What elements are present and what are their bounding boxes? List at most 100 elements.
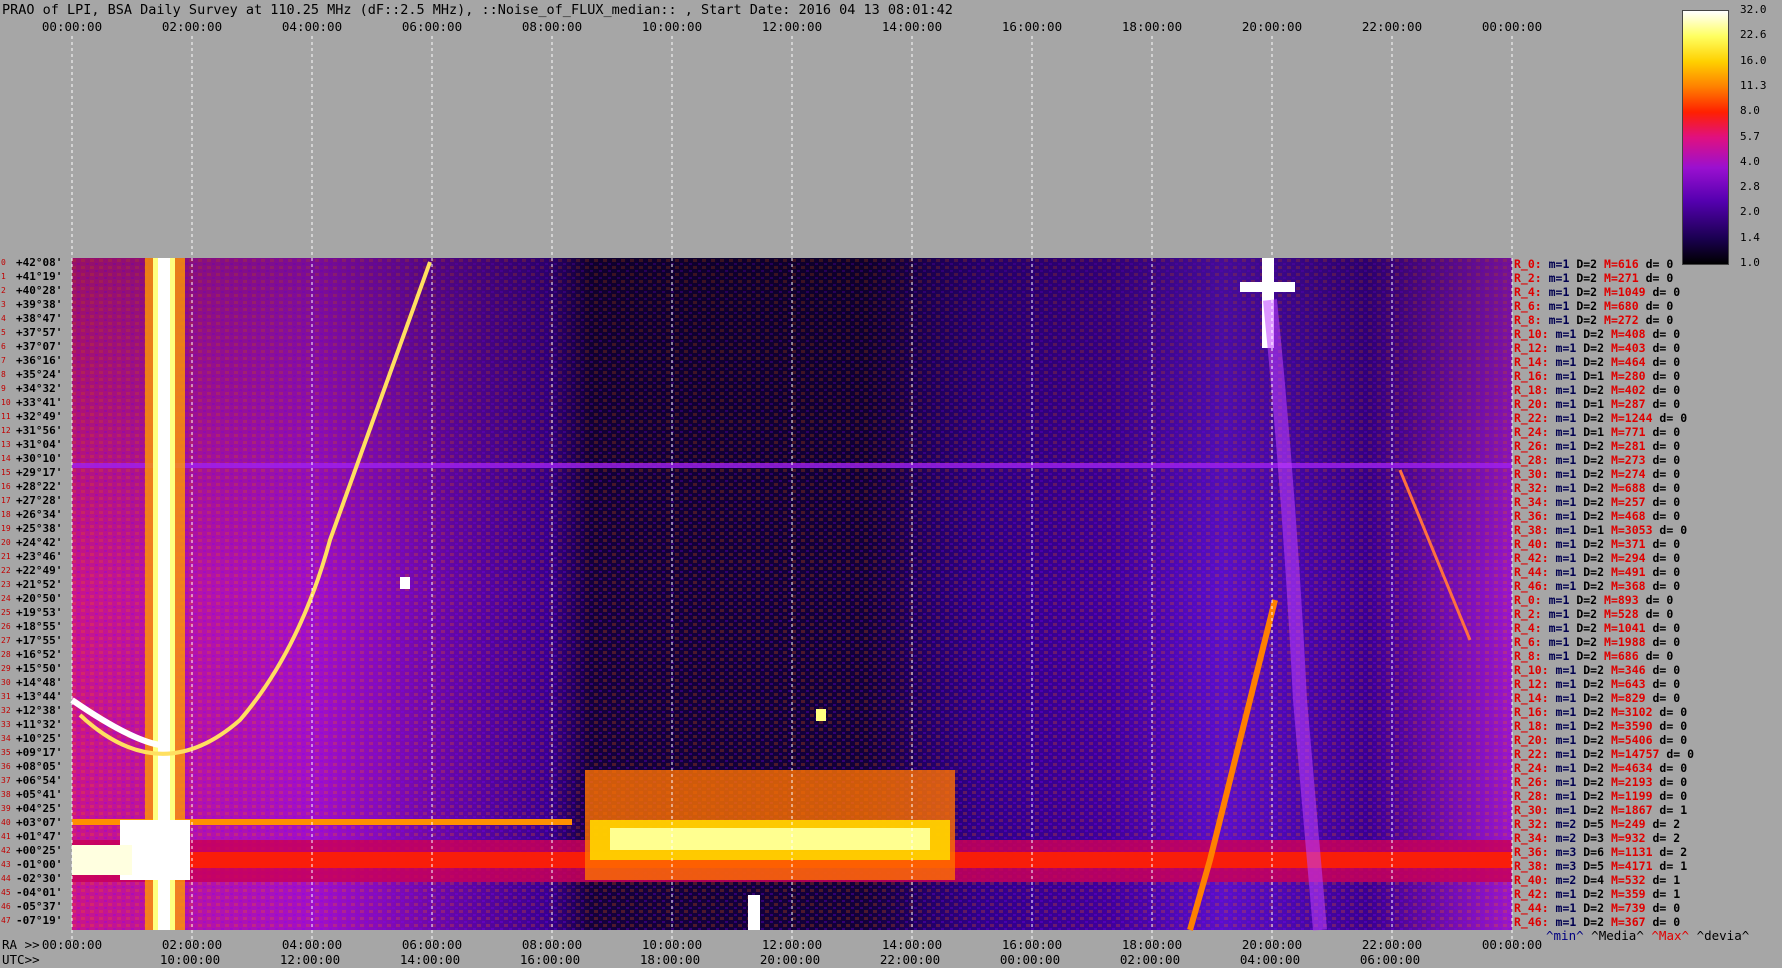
row-index-label: 37 bbox=[1, 776, 11, 785]
row-stat: R_44: m=1 D=2 M=739 d= 0 bbox=[1514, 901, 1681, 915]
ra-tick-label: 00:00:00 bbox=[1481, 937, 1543, 952]
declination-label: +05°41' bbox=[16, 788, 63, 801]
declination-label: +15°50' bbox=[16, 662, 63, 675]
top-tick-label: 00:00:00 bbox=[41, 19, 103, 34]
declination-label: +00°25' bbox=[16, 844, 63, 857]
row-index-label: 39 bbox=[1, 804, 11, 813]
top-tick-label: 00:00:00 bbox=[1481, 19, 1543, 34]
legend-media: ^Media^ bbox=[1591, 928, 1644, 943]
declination-label: +14°48' bbox=[16, 676, 63, 689]
row-stat: R_10: m=1 D=2 M=346 d= 0 bbox=[1514, 663, 1681, 677]
row-stat: R_16: m=1 D=2 M=3102 d= 0 bbox=[1514, 705, 1688, 719]
utc-tick-label: 18:00:00 bbox=[639, 952, 701, 967]
ra-tick-label: 02:00:00 bbox=[161, 937, 223, 952]
utc-tick-label: 10:00:00 bbox=[159, 952, 221, 967]
colorbar-tick-label: 32.0 bbox=[1740, 3, 1767, 16]
row-index-label: 38 bbox=[1, 790, 11, 799]
row-index-label: 2 bbox=[1, 286, 6, 295]
row-index-label: 1 bbox=[1, 272, 6, 281]
utc-tick-label: 22:00:00 bbox=[879, 952, 941, 967]
row-index-label: 33 bbox=[1, 720, 11, 729]
ra-tick-label: 00:00:00 bbox=[41, 937, 103, 952]
row-stat: R_22: m=1 D=2 M=14757 d= 0 bbox=[1514, 747, 1695, 761]
row-index-label: 43 bbox=[1, 860, 11, 869]
row-index-label: 9 bbox=[1, 384, 6, 393]
declination-label: +11°32' bbox=[16, 718, 63, 731]
legend-max: ^Max^ bbox=[1651, 928, 1690, 943]
top-tick-label: 20:00:00 bbox=[1241, 19, 1303, 34]
row-stat: R_18: m=1 D=2 M=3590 d= 0 bbox=[1514, 719, 1688, 733]
row-stat: R_42: m=1 D=2 M=294 d= 0 bbox=[1514, 551, 1681, 565]
row-stat: R_8: m=1 D=2 M=272 d= 0 bbox=[1514, 313, 1674, 327]
declination-label: +21°52' bbox=[16, 578, 63, 591]
utc-tick-label: 00:00:00 bbox=[999, 952, 1061, 967]
row-index-label: 8 bbox=[1, 370, 6, 379]
colorbar-tick-label: 2.8 bbox=[1740, 180, 1760, 194]
row-stat: R_36: m=1 D=2 M=468 d= 0 bbox=[1514, 509, 1681, 523]
row-index-label: 22 bbox=[1, 566, 11, 575]
colorbar-tick-label: 11.3 bbox=[1740, 78, 1767, 92]
declination-label: +19°53' bbox=[16, 606, 63, 619]
row-stat: R_12: m=1 D=2 M=643 d= 0 bbox=[1514, 677, 1681, 691]
row-index-label: 41 bbox=[1, 832, 11, 841]
declination-label: +03°07' bbox=[16, 816, 63, 829]
declination-label: +31°56' bbox=[16, 424, 63, 437]
row-index-label: 13 bbox=[1, 440, 11, 449]
row-stat: R_40: m=2 D=4 M=532 d= 1 bbox=[1514, 873, 1681, 887]
declination-label: +34°32' bbox=[16, 382, 63, 395]
row-index-label: 6 bbox=[1, 342, 6, 351]
row-stat: R_42: m=1 D=2 M=359 d= 1 bbox=[1514, 887, 1681, 901]
declination-label: -05°37' bbox=[16, 900, 63, 913]
row-stat: R_14: m=1 D=2 M=464 d= 0 bbox=[1514, 355, 1681, 369]
row-index-label: 24 bbox=[1, 594, 11, 603]
row-index-label: 19 bbox=[1, 524, 11, 533]
top-tick-label: 06:00:00 bbox=[401, 19, 463, 34]
declination-label: +18°55' bbox=[16, 620, 63, 633]
declination-label: +39°38' bbox=[16, 298, 63, 311]
colorbar-tick-label: 5.7 bbox=[1740, 129, 1760, 143]
declination-label: +20°50' bbox=[16, 592, 63, 605]
declination-label: +22°49' bbox=[16, 564, 63, 577]
top-tick-label: 18:00:00 bbox=[1121, 19, 1183, 34]
declination-label: +09°17' bbox=[16, 746, 63, 759]
row-stat: R_0: m=1 D=2 M=893 d= 0 bbox=[1514, 593, 1674, 607]
row-stat: R_20: m=1 D=2 M=5406 d= 0 bbox=[1514, 733, 1688, 747]
row-index-label: 15 bbox=[1, 468, 11, 477]
declination-label: +41°19' bbox=[16, 270, 63, 283]
declination-label: +37°07' bbox=[16, 340, 63, 353]
row-stat: R_2: m=1 D=2 M=271 d= 0 bbox=[1514, 271, 1674, 285]
row-stat: R_46: m=1 D=2 M=368 d= 0 bbox=[1514, 579, 1681, 593]
row-stat: R_6: m=1 D=2 M=1988 d= 0 bbox=[1514, 635, 1681, 649]
row-stat: R_30: m=1 D=2 M=1867 d= 1 bbox=[1514, 803, 1688, 817]
colorbar-tick-label: 1.4 bbox=[1740, 230, 1760, 244]
declination-label: +13°44' bbox=[16, 690, 63, 703]
colorbar-tick-label: 16.0 bbox=[1740, 53, 1767, 67]
row-index-label: 28 bbox=[1, 650, 11, 659]
declination-label: -02°30' bbox=[16, 872, 63, 885]
top-tick-label: 12:00:00 bbox=[761, 19, 823, 34]
ra-axis-label: RA >> bbox=[2, 937, 40, 952]
declination-label: +08°05' bbox=[16, 760, 63, 773]
chart-title: PRAO of LPI, BSA Daily Survey at 110.25 … bbox=[2, 2, 953, 18]
declination-label: +26°34' bbox=[16, 508, 63, 521]
declination-label: +37°57' bbox=[16, 326, 63, 339]
row-index-label: 5 bbox=[1, 328, 6, 337]
top-tick-label: 02:00:00 bbox=[161, 19, 223, 34]
top-tick-label: 16:00:00 bbox=[1001, 19, 1063, 34]
row-stat: R_26: m=1 D=2 M=281 d= 0 bbox=[1514, 439, 1681, 453]
ra-tick-label: 12:00:00 bbox=[761, 937, 823, 952]
row-index-label: 47 bbox=[1, 916, 11, 925]
top-tick-label: 14:00:00 bbox=[881, 19, 943, 34]
declination-label: -01°00' bbox=[16, 858, 63, 871]
row-index-label: 3 bbox=[1, 300, 6, 309]
row-index-label: 34 bbox=[1, 734, 11, 743]
declination-label: +36°16' bbox=[16, 354, 63, 367]
row-stat: R_38: m=3 D=5 M=4171 d= 1 bbox=[1514, 859, 1688, 873]
colorbar-tick-label: 22.6 bbox=[1740, 28, 1767, 42]
row-stat: R_16: m=1 D=1 M=280 d= 0 bbox=[1514, 369, 1681, 383]
declination-label: -04°01' bbox=[16, 886, 63, 899]
row-index-label: 36 bbox=[1, 762, 11, 771]
row-stat: R_2: m=1 D=2 M=528 d= 0 bbox=[1514, 607, 1674, 621]
declination-label: +35°24' bbox=[16, 368, 63, 381]
declination-label: +31°04' bbox=[16, 438, 63, 451]
